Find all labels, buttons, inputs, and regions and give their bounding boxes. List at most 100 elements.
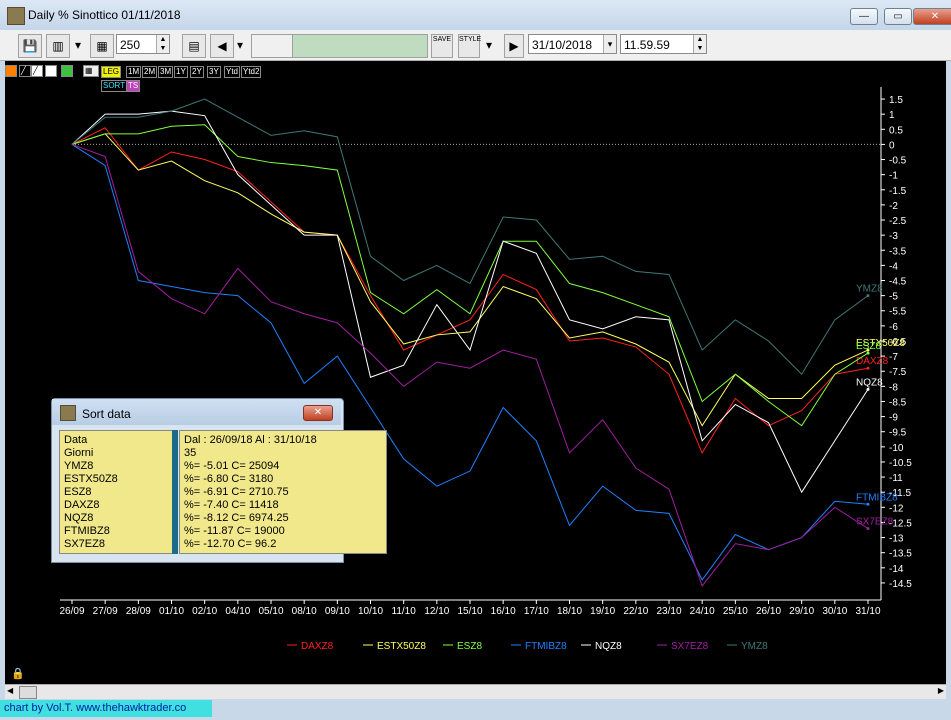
x-tick-label: 28/09	[126, 606, 151, 617]
y-tick-label: -13.5	[889, 549, 912, 560]
title-bar: Daily % Sinottico 01/11/2018 — ▭ ✕	[0, 0, 951, 31]
x-tick-label: 04/10	[225, 606, 250, 617]
mini-button-ts[interactable]: TS	[126, 80, 141, 92]
chevron-down-icon[interactable]: ▾	[483, 34, 495, 56]
calculator-icon[interactable]: ▦	[90, 34, 114, 58]
minimize-button[interactable]: —	[850, 8, 878, 25]
series-end-label: SX7EZ8	[856, 516, 894, 527]
pencil-icon[interactable]	[5, 65, 17, 77]
x-tick-label: 22/10	[623, 606, 648, 617]
bars-count-spinner[interactable]: ▲ ▼	[156, 35, 169, 53]
mini-button-1y[interactable]: 1Y	[174, 66, 188, 78]
y-tick-label: -3	[889, 231, 898, 242]
x-tick-label: 24/10	[690, 606, 715, 617]
sort-value: 35	[184, 447, 197, 459]
scroll-left-icon[interactable]: ◀	[7, 686, 13, 695]
sort-value: Dal : 26/09/18 Al : 31/10/18	[184, 434, 317, 446]
series-end-label: NQZ8	[856, 377, 883, 388]
x-tick-label: 10/10	[358, 606, 383, 617]
scroll-right-icon[interactable]: ▶	[938, 686, 944, 695]
fill-icon[interactable]	[61, 65, 73, 77]
legend-entry: ESZ8	[457, 641, 482, 652]
x-tick-label: 08/10	[292, 606, 317, 617]
y-tick-label: -9	[889, 413, 898, 424]
mini-button-3m[interactable]: 3M	[158, 66, 174, 78]
sort-value: %= -5.01 C= 25094	[184, 460, 280, 472]
close-button[interactable]: ✕	[913, 8, 951, 25]
style-label: STYLE	[459, 36, 482, 43]
eraser-icon[interactable]	[45, 65, 57, 77]
sort-values-column: Dal : 26/09/18 Al : 31/10/18 35 %= -5.01 C…	[179, 430, 387, 554]
chevron-down-icon[interactable]: ▾	[72, 34, 84, 56]
x-tick-label: 26/09	[59, 606, 84, 617]
sort-label: YMZ8	[64, 460, 94, 472]
x-tick-label: 27/09	[93, 606, 118, 617]
x-tick-label: 15/10	[457, 606, 482, 617]
sort-label: FTMIBZ8	[64, 525, 110, 537]
status-box	[251, 34, 293, 58]
series-line-ymz8	[71, 98, 869, 376]
draw-tool-icon[interactable]: ╱	[31, 65, 43, 77]
mini-button-leg[interactable]: LEG	[101, 66, 122, 78]
chart-type-icon[interactable]: ▥	[46, 34, 70, 58]
style-button[interactable]: STYLE	[458, 34, 482, 58]
legend-entry: ESTX50Z8	[377, 641, 426, 652]
indicator-icon[interactable]: ▤	[182, 34, 206, 58]
sort-label: SX7EZ8	[64, 538, 105, 550]
table-icon[interactable]: ▦	[83, 65, 99, 77]
time-input[interactable]: 11.59.59 ▲ ▼	[620, 34, 707, 54]
chevron-down-icon[interactable]: ▾	[234, 34, 246, 56]
date-picker[interactable]: 31/10/2018 ▾	[528, 34, 617, 54]
y-tick-label: -3.5	[889, 246, 907, 257]
y-tick-label: -4.5	[889, 277, 907, 288]
chart-area[interactable]: 1.5 1 0.5 0 -0.5 -1 -1.5 -2 -2.5 -3 -3.5 -4 -4.5 -5 -5…	[5, 61, 946, 684]
y-tick-label: -8	[889, 382, 898, 393]
x-tick-label: 16/10	[491, 606, 516, 617]
x-tick-label: 30/10	[822, 606, 847, 617]
mini-button-2y[interactable]: 2Y	[190, 66, 204, 78]
sort-panel-close-button[interactable]: ✕	[303, 405, 333, 421]
x-tick-label: 05/10	[258, 606, 283, 617]
x-tick-label: 29/10	[789, 606, 814, 617]
series-end-label: FTMIBZ8	[856, 492, 898, 503]
maximize-button[interactable]: ▭	[884, 8, 912, 25]
sort-value: %= -6.80 C= 3180	[184, 473, 274, 485]
sort-label: ESZ8	[64, 486, 92, 498]
mini-button-ytd[interactable]: Ytd	[224, 66, 241, 78]
mini-button-1m[interactable]: 1M	[126, 66, 142, 78]
horizontal-scrollbar[interactable]: ◀ ▶	[5, 684, 946, 699]
legend-entry: SX7EZ8	[671, 641, 709, 652]
y-tick-label: 0	[889, 140, 895, 151]
bars-count-input[interactable]: 250 ▲ ▼	[116, 34, 170, 54]
sort-label: Giorni	[64, 447, 94, 459]
date-dropdown-icon[interactable]: ▾	[603, 35, 616, 53]
credit-text: chart by Vol.T. www.thehawktrader.co	[0, 700, 212, 717]
y-tick-label: -5	[889, 292, 898, 303]
y-tick-label: -1.5	[889, 186, 907, 197]
save-icon[interactable]: 💾	[18, 34, 42, 58]
window-title: Daily % Sinottico 01/11/2018	[28, 8, 181, 22]
play-icon[interactable]: ▶	[504, 34, 524, 58]
time-value: 11.59.59	[624, 38, 670, 52]
sort-label: NQZ8	[64, 512, 94, 524]
mini-button-sort[interactable]: SORT	[101, 80, 128, 92]
y-tick-label: -1	[889, 171, 898, 182]
line-tool-icon[interactable]: ╱	[19, 65, 31, 77]
y-tick-label: -7.5	[889, 367, 907, 378]
y-tick-label: -8.5	[889, 397, 907, 408]
series-end-label: ESZ8	[856, 341, 881, 352]
save-style-button[interactable]: SAVE	[431, 34, 453, 58]
x-tick-label: 31/10	[855, 606, 880, 617]
scroll-thumb[interactable]	[19, 686, 37, 699]
status-green-box	[292, 34, 428, 58]
y-tick-label: -6	[889, 322, 898, 333]
mini-button-3y[interactable]: 3Y	[207, 66, 221, 78]
sort-value: %= -11.87 C= 19000	[184, 525, 285, 537]
mini-button-ytd2[interactable]: Ytd2	[241, 66, 262, 78]
time-spinner[interactable]: ▲ ▼	[693, 35, 706, 53]
y-tick-label: -12	[889, 503, 904, 514]
speaker-icon[interactable]: ◀	[210, 34, 234, 58]
sort-panel-header: Sort data ✕	[52, 399, 341, 425]
mini-button-2m[interactable]: 2M	[142, 66, 158, 78]
y-tick-label: -14.5	[889, 579, 912, 590]
